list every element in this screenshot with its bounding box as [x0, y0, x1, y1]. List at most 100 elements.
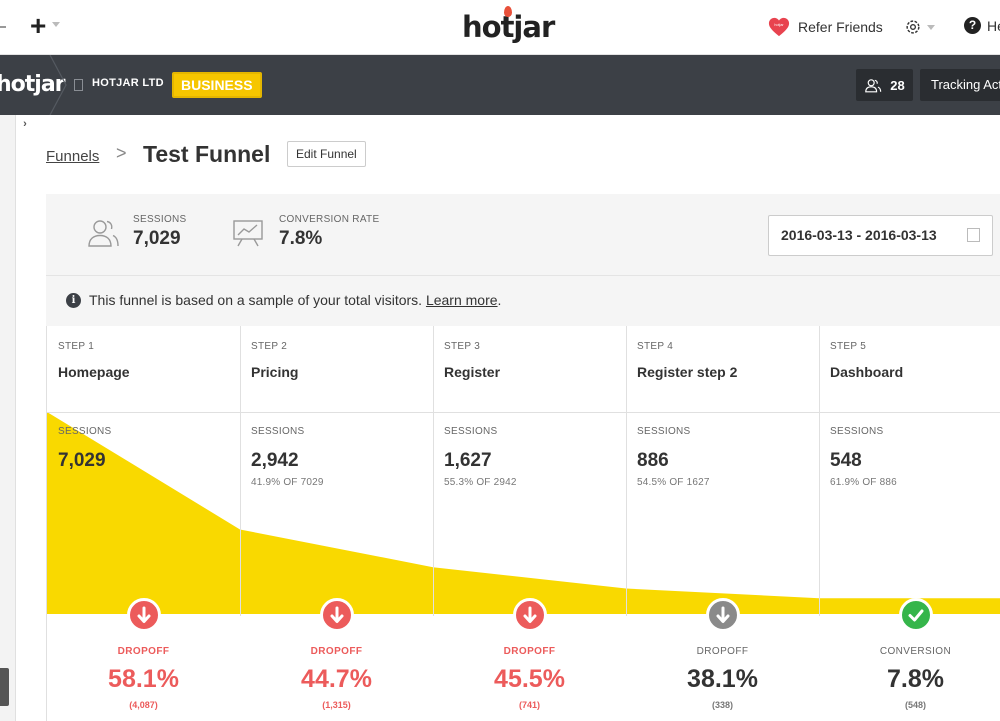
step-sessions-percent: 55.3% OF 2942: [444, 477, 517, 488]
step-result-label: CONVERSION: [879, 646, 952, 657]
step-name: Pricing: [251, 364, 299, 380]
edit-funnel-button[interactable]: Edit Funnel: [287, 141, 366, 167]
step-result-value: 38.1%: [687, 665, 758, 693]
step-sessions-label: SESSIONS: [637, 426, 691, 437]
chevron-right-icon: >: [116, 143, 127, 163]
page-title: Test Funnel: [143, 141, 271, 167]
sidebar-expand-icon[interactable]: ›: [16, 115, 34, 134]
step-sessions-percent: 41.9% OF 7029: [251, 477, 324, 488]
step-sessions-label: SESSIONS: [251, 426, 305, 437]
step-result-value: 7.8%: [887, 665, 944, 693]
step-divider: [819, 326, 820, 616]
step-result-count: (1,315): [322, 700, 351, 710]
building-icon: [74, 79, 83, 91]
step-result-label: DROPOFF: [117, 646, 170, 657]
step-number: STEP 1: [58, 341, 95, 352]
step-result-label: DROPOFF: [310, 646, 363, 657]
breadcrumb-funnels-link[interactable]: Funnels: [46, 148, 99, 165]
step-result-label: DROPOFF: [696, 646, 749, 657]
step-name: Dashboard: [830, 364, 904, 380]
funnel-step[interactable]: STEP 2 Pricing SESSIONS 2,942 41.9% OF 7029 D…: [240, 326, 433, 721]
step-divider: [433, 326, 434, 616]
divider: [46, 275, 1000, 276]
step-result-count: (548): [904, 700, 926, 710]
step-result-value: 44.7%: [301, 665, 372, 693]
users-button[interactable]: 28: [856, 69, 913, 101]
svg-text:hotjar: hotjar: [774, 23, 784, 27]
funnel-step[interactable]: STEP 4 Register step 2 SESSIONS 886 54.5% OF…: [626, 326, 819, 721]
arrow-down-icon: [126, 598, 161, 632]
arrow-down-icon: [705, 598, 740, 632]
users-count: 28: [890, 77, 905, 93]
step-sessions-label: SESSIONS: [444, 426, 498, 437]
step-result-label: DROPOFF: [503, 646, 556, 657]
step-name: Register step 2: [637, 364, 738, 380]
top-navbar: + hotjar hotjar Refer Friends ? Help: [0, 0, 1000, 55]
presentation-chart-icon: [233, 220, 263, 247]
gear-icon[interactable]: [904, 18, 922, 36]
plan-badge[interactable]: BUSINESS: [172, 72, 262, 98]
learn-more-link[interactable]: Learn more: [426, 292, 498, 308]
breadcrumb-chevron: [49, 55, 67, 115]
step-sessions-value: 548: [830, 450, 862, 471]
sessions-stat: SESSIONS 7,029: [133, 214, 187, 250]
refer-friends-label: Refer Friends: [798, 19, 883, 35]
heart-icon: hotjar: [768, 17, 790, 37]
step-number: STEP 3: [444, 341, 481, 352]
step-sessions-percent: 54.5% OF 1627: [637, 477, 710, 488]
step-result-count: (741): [518, 700, 540, 710]
help-icon: ?: [964, 17, 981, 34]
step-result-value: 45.5%: [494, 665, 565, 693]
sample-notice-end: .: [497, 292, 502, 308]
funnel-step[interactable]: STEP 5 Dashboard SESSIONS 548 61.9% OF 886 CO…: [819, 326, 1000, 721]
arrow-down-icon: [319, 598, 354, 632]
arrow-down-icon: [512, 598, 547, 632]
sidebar-handle[interactable]: [0, 668, 9, 706]
account-bar: hotjar HOTJAR LTD BUSINESS 28 Tracking A…: [0, 55, 1000, 115]
chevron-down-icon[interactable]: [927, 25, 935, 30]
step-number: STEP 4: [637, 341, 674, 352]
calendar-icon: [967, 228, 980, 242]
step-sessions-value: 886: [637, 450, 669, 471]
step-name: Homepage: [58, 364, 130, 380]
funnel-summary-panel: SESSIONS 7,029 CONVERSION RATE 7.8% 2016…: [46, 194, 1000, 326]
sample-notice-text: This funnel is based on a sample of your…: [89, 292, 423, 308]
step-result-count: (4,087): [129, 700, 158, 710]
step-result-value: 58.1%: [108, 665, 179, 693]
conversion-stat-label: CONVERSION RATE: [279, 214, 380, 225]
sessions-stat-label: SESSIONS: [133, 214, 187, 225]
left-sidebar: [0, 115, 16, 721]
conversion-stat-value: 7.8%: [279, 228, 323, 249]
conversion-stat: CONVERSION RATE 7.8%: [279, 214, 379, 250]
step-sessions-label: SESSIONS: [58, 426, 112, 437]
info-icon: i: [66, 292, 81, 308]
check-icon: [898, 598, 933, 632]
step-sessions-value: 1,627: [444, 450, 492, 471]
help-label: Help: [987, 17, 1000, 34]
step-divider: [240, 326, 241, 616]
company-name[interactable]: HOTJAR LTD: [92, 77, 164, 89]
funnel-step[interactable]: STEP 3 Register SESSIONS 1,627 55.3% OF 2942…: [433, 326, 626, 721]
sessions-stat-value: 7,029: [133, 228, 181, 249]
step-sessions-value: 7,029: [58, 450, 106, 471]
refer-friends-button[interactable]: hotjar Refer Friends: [768, 16, 883, 38]
users-icon: [865, 78, 882, 92]
users-icon: [88, 220, 119, 247]
tracking-status-button[interactable]: Tracking Active: [920, 69, 1000, 101]
step-number: STEP 5: [830, 341, 867, 352]
step-name: Register: [444, 364, 501, 380]
step-result-count: (338): [711, 700, 733, 710]
step-sessions-label: SESSIONS: [830, 426, 884, 437]
logo-flame-icon: [504, 6, 512, 17]
funnel-step[interactable]: STEP 1 Homepage SESSIONS 7,029 DROPOFF 58.1% (…: [47, 326, 240, 721]
sample-notice: i This funnel is based on a sample of yo…: [66, 292, 501, 308]
chevron-down-icon[interactable]: [52, 22, 60, 27]
step-sessions-value: 2,942: [251, 450, 299, 471]
date-range-value: 2016-03-13 - 2016-03-13: [781, 227, 937, 243]
step-sessions-percent: 61.9% OF 886: [830, 477, 897, 488]
step-number: STEP 2: [251, 341, 288, 352]
help-button[interactable]: ? Help: [964, 17, 1000, 34]
plus-icon[interactable]: +: [30, 12, 46, 40]
menu-edge: [0, 26, 6, 28]
date-range-picker[interactable]: 2016-03-13 - 2016-03-13: [768, 215, 993, 256]
